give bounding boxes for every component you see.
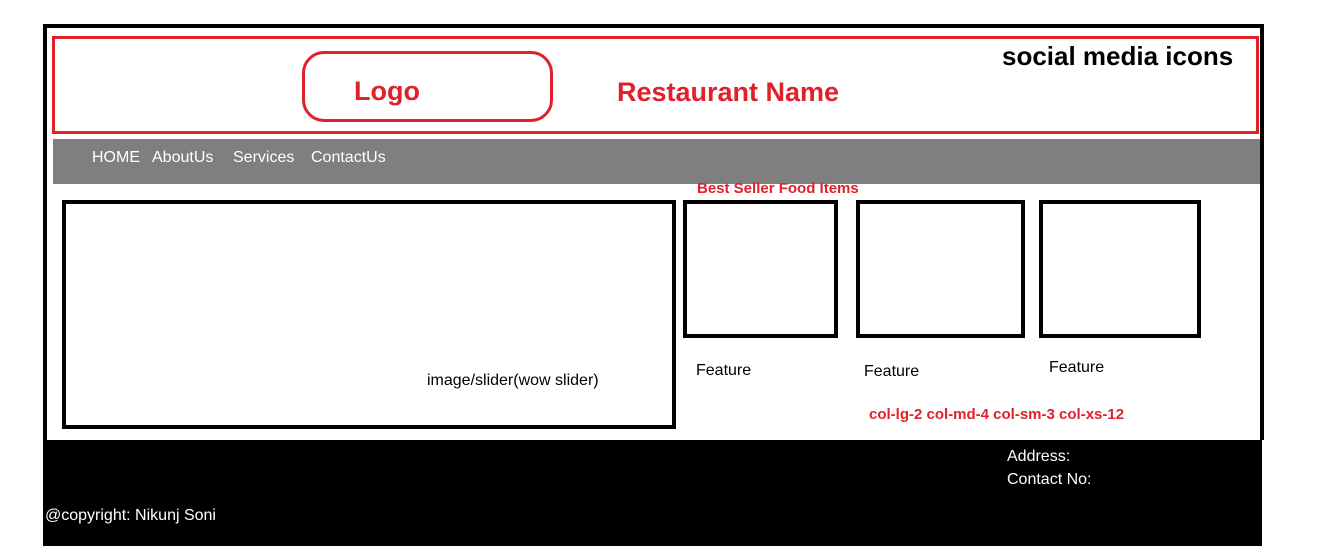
feature-box-1[interactable] bbox=[683, 200, 838, 338]
nav-item-services[interactable]: Services bbox=[233, 148, 294, 168]
feature-label-3: Feature bbox=[1049, 359, 1105, 376]
footer-contact: Contact No: bbox=[1007, 471, 1092, 488]
feature-box-2[interactable] bbox=[856, 200, 1025, 338]
social-media-icons[interactable]: social media icons bbox=[1002, 40, 1233, 72]
nav-item-home[interactable]: HOME bbox=[92, 148, 140, 168]
nav-item-contact[interactable]: ContactUs bbox=[311, 148, 386, 168]
footer-address: Address: bbox=[1007, 448, 1071, 465]
feature-label-1: Feature bbox=[696, 362, 752, 379]
feature-box-3[interactable] bbox=[1039, 200, 1201, 338]
nav-item-about[interactable]: AboutUs bbox=[152, 148, 213, 168]
footer-copyright: @copyright: Nikunj Soni bbox=[45, 507, 216, 524]
slider-label: image/slider(wow slider) bbox=[427, 372, 599, 389]
feature-label-2: Feature bbox=[864, 363, 920, 380]
footer: Address: Contact No: @copyright: Nikunj … bbox=[43, 440, 1262, 546]
logo-placeholder[interactable] bbox=[302, 51, 553, 122]
restaurant-name: Restaurant Name bbox=[617, 77, 840, 107]
best-seller-title: Best Seller Food Items bbox=[697, 180, 859, 197]
image-slider[interactable] bbox=[62, 200, 676, 429]
footer-edge bbox=[1262, 440, 1266, 546]
grid-classes-note: col-lg-2 col-md-4 col-sm-3 col-xs-12 bbox=[869, 406, 1125, 423]
navbar: HOME AboutUs Services ContactUs bbox=[53, 139, 1260, 184]
logo-label: Logo bbox=[354, 76, 420, 106]
